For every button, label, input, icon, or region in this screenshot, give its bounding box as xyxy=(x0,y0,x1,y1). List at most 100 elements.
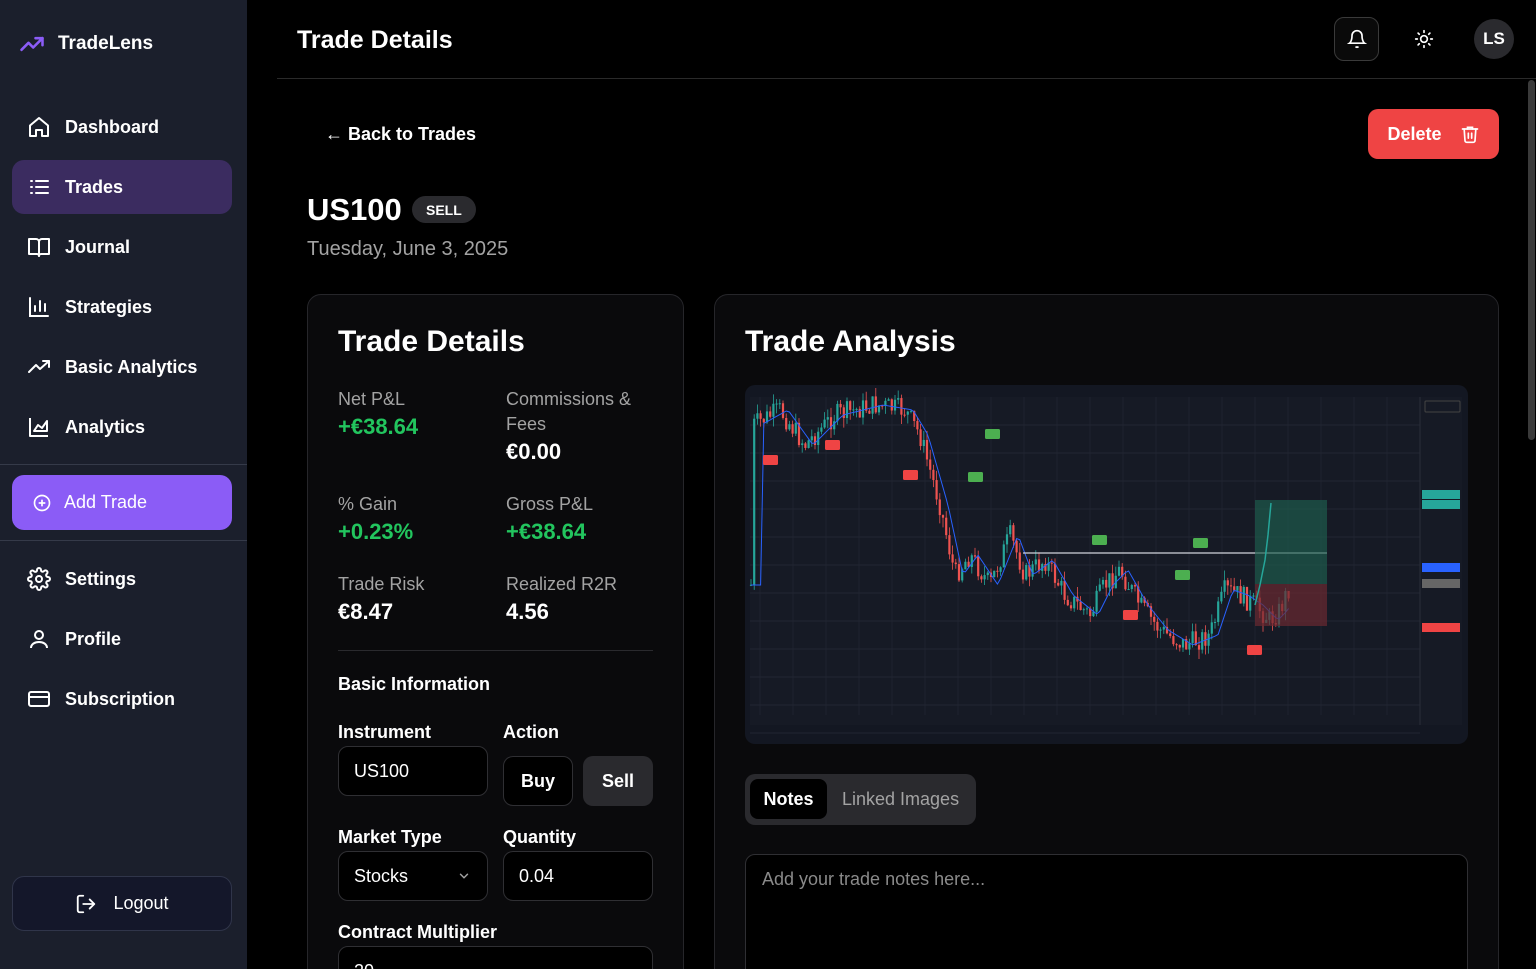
add-trade-button[interactable]: Add Trade xyxy=(12,475,232,530)
sidebar-item-label: Basic Analytics xyxy=(65,356,198,377)
candle-body xyxy=(804,443,807,448)
candle-body xyxy=(1085,608,1089,610)
candle-body xyxy=(893,399,897,411)
candle-body xyxy=(762,418,765,423)
price-axis-tag xyxy=(1422,623,1460,632)
notifications-button[interactable] xyxy=(1334,17,1379,61)
list-icon xyxy=(30,180,49,194)
candle-body xyxy=(1242,586,1245,604)
candle-body xyxy=(1021,569,1025,580)
candle-body xyxy=(938,499,941,516)
sidebar-item-basic-analytics[interactable]: Basic Analytics xyxy=(12,340,232,394)
sidebar-item-journal[interactable]: Journal xyxy=(12,220,232,274)
price-axis-tag xyxy=(1422,563,1460,572)
instrument-label: Instrument xyxy=(338,722,432,742)
logout-button[interactable]: Logout xyxy=(12,876,232,931)
side-badge: SELL xyxy=(412,196,476,223)
page-title: Trade Details xyxy=(297,26,453,54)
tab-notes[interactable]: Notes xyxy=(750,779,827,819)
plus-circle-icon xyxy=(33,494,51,511)
notes-textarea[interactable] xyxy=(762,869,1451,969)
sell-button[interactable]: Sell xyxy=(583,756,653,806)
candle-body xyxy=(810,436,813,441)
contract-multiplier-input[interactable]: 20 xyxy=(338,946,653,969)
notes-editor[interactable] xyxy=(745,854,1468,969)
theme-toggle-button[interactable] xyxy=(1401,17,1446,61)
candle-body xyxy=(1213,621,1217,623)
candle-body xyxy=(909,410,913,412)
candle-body xyxy=(948,535,951,555)
stat-gross-pnl: Gross P&L +€38.64 xyxy=(506,492,593,547)
bell-icon xyxy=(1346,29,1367,49)
scrollbar-thumb[interactable] xyxy=(1528,80,1535,440)
candle-body xyxy=(1066,599,1069,606)
sidebar-item-trades[interactable]: Trades xyxy=(12,160,232,214)
candle-body xyxy=(890,399,893,411)
candle-body xyxy=(986,572,989,576)
market-type-select[interactable]: Stocks xyxy=(338,851,488,901)
top-header: Trade Details LS xyxy=(277,0,1536,79)
candle-body xyxy=(1069,605,1073,609)
trending-up-icon xyxy=(28,360,50,373)
sidebar-divider xyxy=(0,464,247,465)
user-icon xyxy=(30,630,48,649)
trade-details-card: Trade Details Net P&L +€38.64 Commission… xyxy=(307,294,684,969)
back-to-trades-link[interactable]: ← Back to Trades xyxy=(325,124,476,145)
buy-button[interactable]: Buy xyxy=(503,756,573,806)
credit-card-icon xyxy=(28,691,50,707)
candle-body xyxy=(1178,644,1181,648)
candle-body xyxy=(839,403,842,408)
candle-body xyxy=(1220,591,1223,602)
avatar[interactable]: LS xyxy=(1474,19,1514,59)
candle-body xyxy=(1153,616,1156,622)
trending-up-icon xyxy=(20,36,44,52)
candle-body xyxy=(996,570,999,572)
sidebar-item-subscription[interactable]: Subscription xyxy=(12,672,232,726)
loss-zone xyxy=(1255,584,1327,626)
candle-body xyxy=(983,575,986,580)
candle-body xyxy=(1108,573,1111,588)
trash-icon xyxy=(1461,126,1478,144)
delete-label: Delete xyxy=(1387,123,1442,144)
trade-date: Tuesday, June 3, 2025 xyxy=(307,238,509,260)
candle-body xyxy=(1181,639,1185,648)
brand-name: TradeLens xyxy=(58,33,154,54)
main-nav: Dashboard Trades Journal Strategies Basi… xyxy=(12,100,232,460)
trade-chart-screenshot[interactable] xyxy=(745,385,1468,744)
candle-body xyxy=(935,480,938,500)
brand[interactable]: TradeLens xyxy=(18,30,153,58)
candle-body xyxy=(903,414,906,416)
sidebar-item-label: Settings xyxy=(65,568,137,589)
sidebar-item-settings[interactable]: Settings xyxy=(12,552,232,606)
sidebar-item-strategies[interactable]: Strategies xyxy=(12,280,232,334)
candle-body xyxy=(1127,589,1130,591)
candle-body xyxy=(1156,621,1159,631)
stat-value: +€38.64 xyxy=(506,519,587,544)
quantity-input[interactable]: 0.04 xyxy=(503,851,653,901)
candle-body xyxy=(842,407,845,419)
bos-label xyxy=(1193,538,1208,548)
candle-body xyxy=(1162,626,1165,630)
candle-body xyxy=(980,576,983,580)
home-icon xyxy=(29,117,49,137)
stat-label: Commissions & Fees xyxy=(506,389,632,434)
secondary-nav: Settings Profile Subscription xyxy=(12,552,232,732)
delete-button[interactable]: Delete xyxy=(1368,109,1499,159)
candle-body xyxy=(1239,586,1242,604)
candle-body xyxy=(1079,601,1082,610)
sidebar-item-analytics[interactable]: Analytics xyxy=(12,400,232,454)
stat-label: Gross P&L xyxy=(506,494,594,514)
candle-body xyxy=(925,439,929,460)
candle-body xyxy=(1169,633,1172,637)
candle-body xyxy=(813,436,817,446)
tab-linked-images[interactable]: Linked Images xyxy=(842,779,959,819)
instrument-input[interactable]: US100 xyxy=(338,746,488,796)
stat-commissions: Commissions & Fees €0.00 xyxy=(506,387,656,467)
candle-body xyxy=(1015,540,1018,553)
sidebar-item-dashboard[interactable]: Dashboard xyxy=(12,100,232,154)
candle-body xyxy=(1057,582,1060,586)
bos-label xyxy=(1092,535,1107,545)
candle-body xyxy=(855,408,858,410)
trade-analysis-card: Trade Analysis Notes Linked Images xyxy=(714,294,1499,969)
sidebar-item-profile[interactable]: Profile xyxy=(12,612,232,666)
